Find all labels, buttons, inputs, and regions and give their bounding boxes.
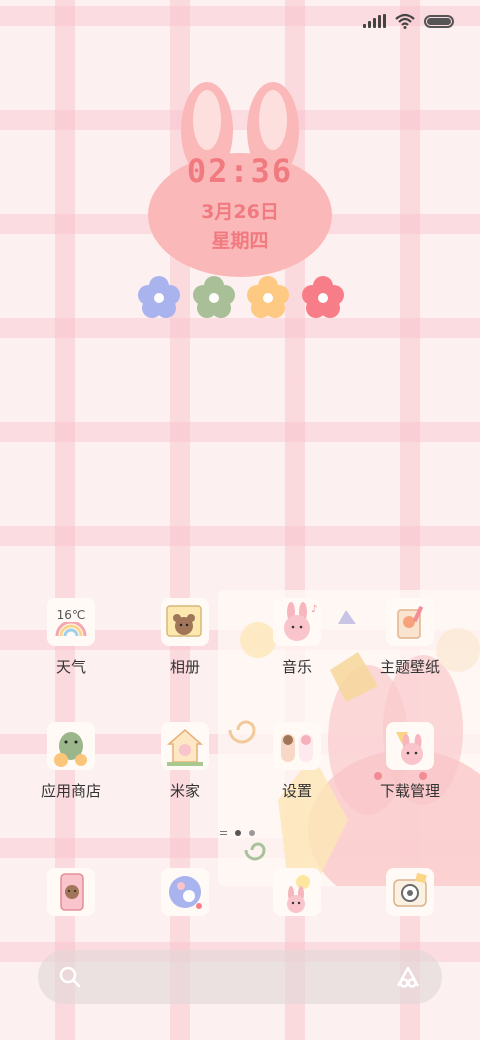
app-label: 主题壁纸 — [379, 658, 440, 676]
search-bar[interactable] — [38, 950, 442, 1004]
search-icon — [59, 966, 81, 988]
clock-widget[interactable]: 02:36 3月26日 星期四 — [145, 80, 335, 280]
app-gallery[interactable]: 相册 — [129, 598, 241, 677]
dock-messages[interactable] — [129, 868, 241, 916]
house-icon — [161, 722, 209, 770]
app-downloads[interactable]: 下载管理 — [354, 722, 466, 801]
app-label: 音乐 — [281, 658, 312, 676]
bunny-music-icon: ♪ — [273, 598, 321, 646]
yellow-flower-icon — [247, 276, 290, 318]
camera-icon — [386, 868, 434, 916]
wifi-icon — [395, 13, 415, 29]
dino-store-icon — [47, 722, 95, 770]
pink-flower-icon — [301, 276, 344, 318]
app-label: 设置 — [281, 782, 312, 800]
app-mi-home[interactable]: 米家 — [129, 722, 241, 801]
menu-icon[interactable] — [220, 831, 227, 835]
status-bar — [363, 10, 454, 32]
settings-icon — [273, 722, 321, 770]
purple-flower-icon — [138, 276, 180, 318]
bunny-download-icon — [386, 722, 434, 770]
app-label: 下载管理 — [379, 782, 440, 800]
assistant-icon[interactable] — [394, 964, 422, 990]
dock-camera[interactable] — [354, 868, 466, 916]
dock-browser[interactable] — [241, 868, 353, 916]
app-music[interactable]: ♪ 音乐 — [241, 598, 353, 677]
clock-weekday: 星期四 — [211, 230, 269, 252]
app-weather[interactable]: 16℃ 天气 — [15, 598, 127, 677]
page-dot[interactable] — [249, 830, 255, 836]
flower-decoration — [138, 276, 344, 318]
green-flower-icon — [192, 276, 235, 318]
page-indicator[interactable] — [220, 830, 255, 836]
app-label: 米家 — [169, 782, 200, 800]
battery-icon — [424, 14, 454, 28]
bear-photo-icon — [161, 598, 209, 646]
weather-temperature: 16℃ — [56, 608, 86, 622]
weather-icon: 16℃ — [47, 598, 95, 646]
page-dot[interactable] — [235, 830, 241, 836]
app-label: 天气 — [55, 658, 86, 676]
app-label: 相册 — [169, 658, 200, 676]
drink-theme-icon — [386, 598, 434, 646]
clock-date: 3月26日 — [201, 201, 279, 223]
phone-icon — [47, 868, 95, 916]
signal-bars-icon — [363, 14, 386, 28]
app-label: 应用商店 — [40, 782, 101, 800]
svg-text:♪: ♪ — [311, 604, 317, 615]
dock-phone[interactable] — [15, 868, 127, 916]
app-store[interactable]: 应用商店 — [15, 722, 127, 801]
messages-icon — [161, 868, 209, 916]
app-themes[interactable]: 主题壁纸 — [354, 598, 466, 677]
browser-icon — [273, 868, 321, 916]
app-settings[interactable]: 设置 — [241, 722, 353, 801]
clock-time: 02:36 — [186, 152, 294, 190]
